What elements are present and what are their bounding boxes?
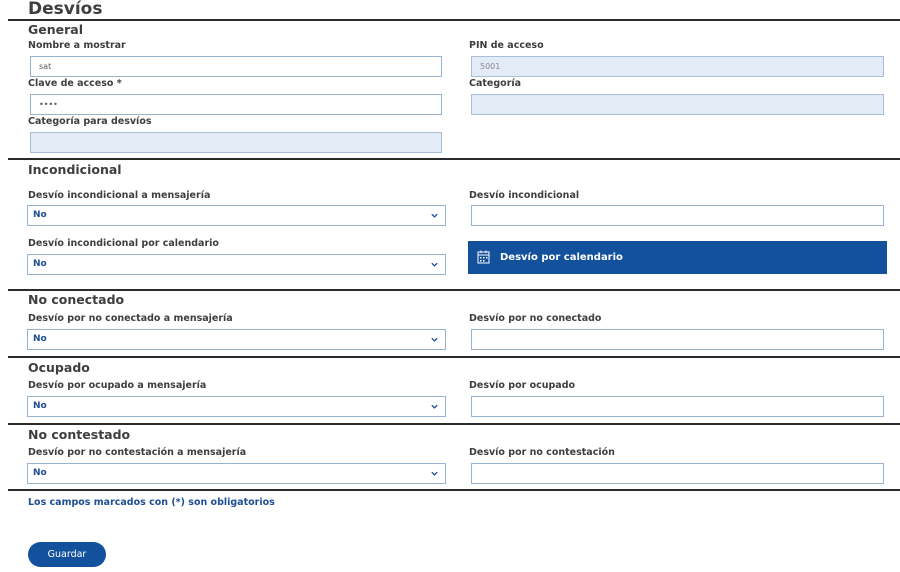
- not-connected-voicemail-label: Desvío por no conectado a mensajería: [28, 313, 233, 324]
- pin-input: 5001: [471, 56, 884, 77]
- section-divider: [8, 423, 900, 425]
- password-input[interactable]: ••••: [30, 94, 442, 115]
- category-label: Categoría: [469, 78, 522, 89]
- section-title-general: General: [28, 22, 83, 37]
- calendar-icon: [477, 250, 490, 264]
- unconditional-voicemail-value: No: [33, 210, 47, 220]
- busy-voicemail-value: No: [33, 401, 47, 411]
- section-divider: [8, 489, 900, 491]
- not-connected-voicemail-value: No: [33, 334, 47, 344]
- not-connected-number-input[interactable]: [471, 329, 884, 350]
- section-divider: [8, 356, 900, 358]
- display-name-input[interactable]: sat: [30, 56, 442, 77]
- section-title-not-connected: No conectado: [28, 292, 125, 307]
- calendar-forward-button[interactable]: Desvío por calendario: [468, 241, 887, 274]
- unconditional-calendar-value: No: [33, 259, 47, 269]
- section-divider: [8, 158, 900, 160]
- section-title-no-answer: No contestado: [28, 427, 131, 442]
- chevron-down-icon: [431, 262, 438, 267]
- no-answer-number-input[interactable]: [471, 463, 884, 484]
- section-divider: [8, 289, 900, 291]
- busy-number-label: Desvío por ocupado: [469, 380, 576, 391]
- chevron-down-icon: [431, 404, 438, 409]
- no-answer-voicemail-select[interactable]: No: [27, 463, 446, 484]
- forward-category-label: Categoría para desvíos: [28, 116, 152, 127]
- save-button[interactable]: Guardar: [28, 542, 106, 567]
- pin-label: PIN de acceso: [469, 40, 544, 51]
- calendar-forward-button-label: Desvío por calendario: [500, 252, 623, 263]
- unconditional-voicemail-select[interactable]: No: [27, 205, 446, 226]
- section-title-unconditional: Incondicional: [28, 162, 122, 177]
- unconditional-number-input[interactable]: [471, 205, 884, 226]
- chevron-down-icon: [431, 471, 438, 476]
- not-connected-voicemail-select[interactable]: No: [27, 329, 446, 350]
- category-input: [471, 94, 884, 115]
- no-answer-number-label: Desvío por no contestación: [469, 447, 615, 458]
- page-title: Desvíos: [28, 0, 103, 19]
- section-divider: [8, 19, 900, 21]
- unconditional-voicemail-label: Desvío incondicional a mensajería: [28, 190, 211, 201]
- forward-category-input: [30, 132, 442, 153]
- section-title-busy: Ocupado: [28, 360, 90, 375]
- unconditional-calendar-label: Desvío incondicional por calendario: [28, 238, 219, 249]
- busy-voicemail-label: Desvío por ocupado a mensajería: [28, 380, 207, 391]
- required-fields-note: Los campos marcados con (*) son obligato…: [28, 497, 275, 508]
- no-answer-voicemail-value: No: [33, 468, 47, 478]
- display-name-label: Nombre a mostrar: [28, 40, 126, 51]
- password-label: Clave de acceso *: [28, 78, 122, 89]
- chevron-down-icon: [431, 213, 438, 218]
- chevron-down-icon: [431, 337, 438, 342]
- unconditional-calendar-select[interactable]: No: [27, 254, 446, 275]
- not-connected-number-label: Desvío por no conectado: [469, 313, 602, 324]
- unconditional-number-label: Desvío incondicional: [469, 190, 580, 201]
- no-answer-voicemail-label: Desvío por no contestación a mensajería: [28, 447, 247, 458]
- busy-number-input[interactable]: [471, 396, 884, 417]
- busy-voicemail-select[interactable]: No: [27, 396, 446, 417]
